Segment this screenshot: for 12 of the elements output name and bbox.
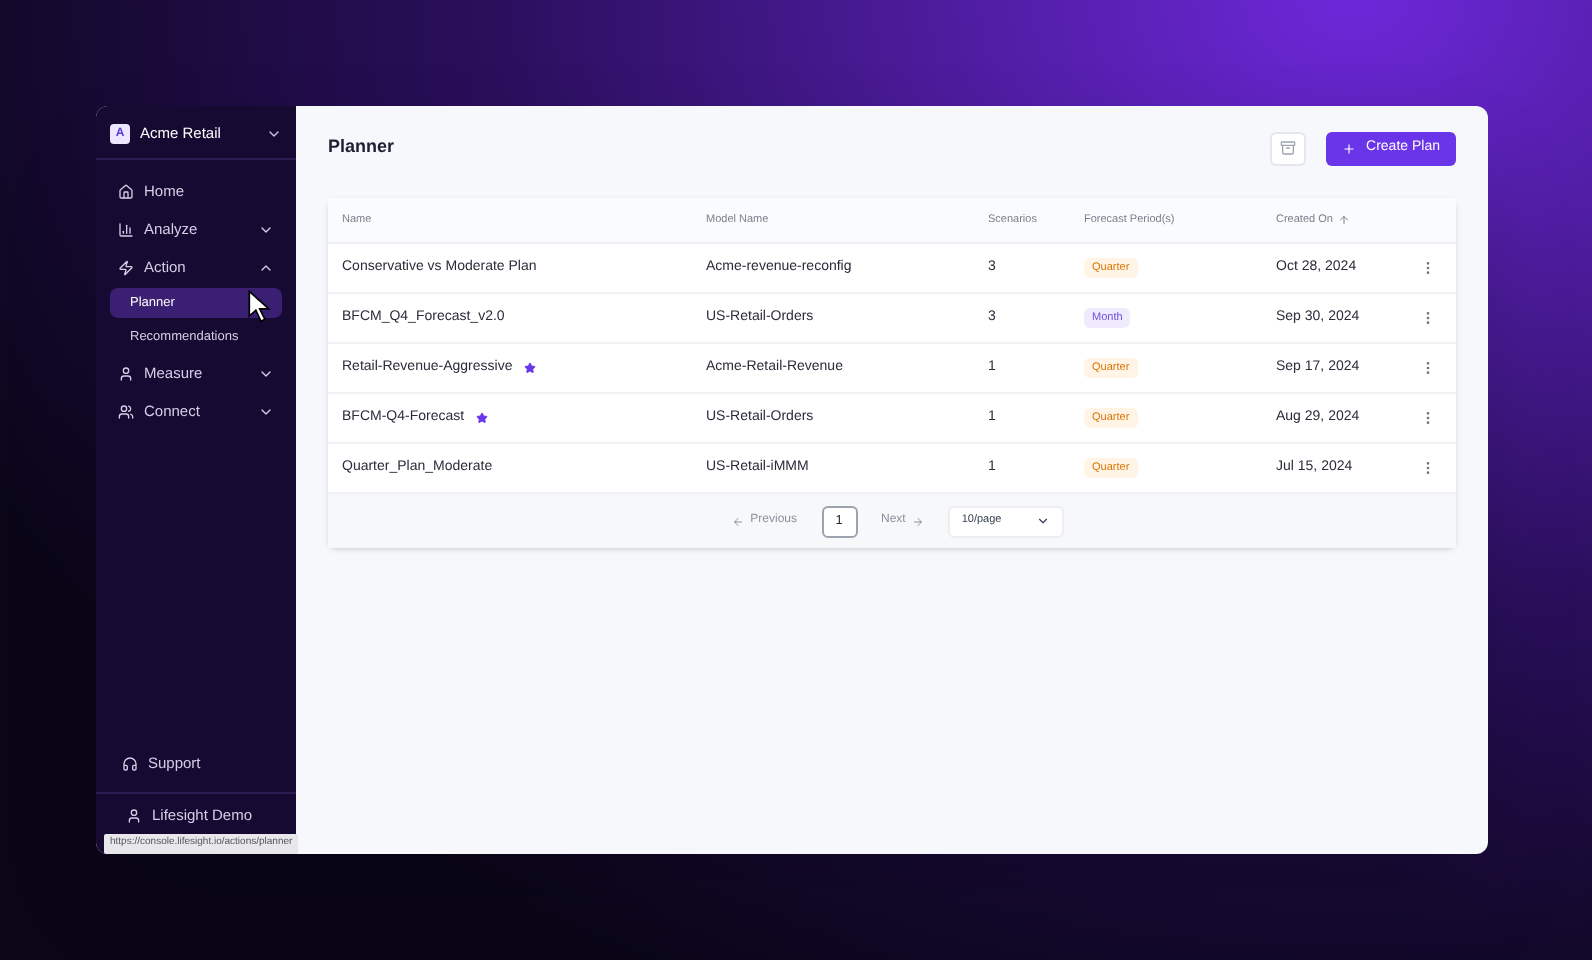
arrow-right-icon xyxy=(911,515,924,527)
archive-button[interactable] xyxy=(1270,131,1307,165)
page-title: Planner xyxy=(328,134,397,161)
user-icon xyxy=(126,807,142,823)
mouse-cursor-icon xyxy=(248,290,274,324)
chevron-down-icon xyxy=(266,126,282,142)
headset-icon xyxy=(122,755,138,771)
arrow-left-icon xyxy=(732,515,745,527)
sort-arrow-icon xyxy=(1338,214,1351,226)
archive-icon xyxy=(1280,140,1297,156)
chevron-down-icon xyxy=(1035,514,1050,528)
plus-icon xyxy=(1342,141,1357,155)
